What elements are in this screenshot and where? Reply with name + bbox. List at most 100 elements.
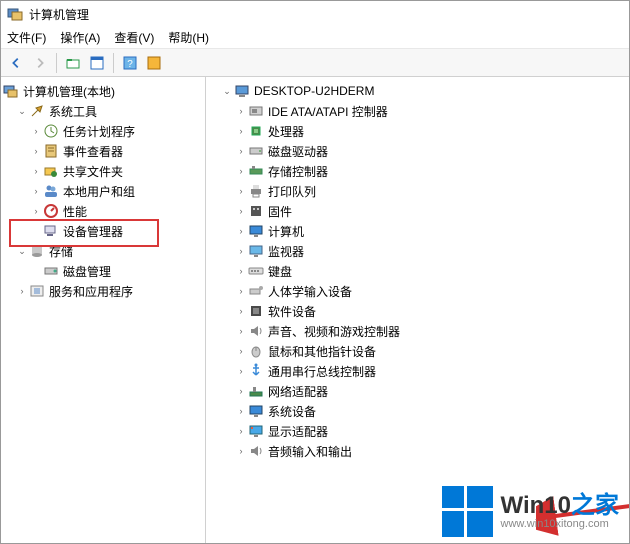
expander-icon[interactable]: › <box>234 224 248 238</box>
device-root[interactable]: ⌄ DESKTOP-U2HDERM <box>206 81 629 101</box>
system-icon <box>248 403 264 419</box>
device-mouse[interactable]: ›鼠标和其他指针设备 <box>206 341 629 361</box>
display-icon <box>248 243 264 259</box>
expander-icon[interactable]: › <box>234 204 248 218</box>
tree-services[interactable]: › 服务和应用程序 <box>1 281 205 301</box>
expander-icon[interactable]: › <box>234 444 248 458</box>
expander-icon[interactable]: ⌄ <box>15 244 29 258</box>
toolbar-separator <box>113 53 114 73</box>
expander-icon[interactable]: › <box>234 364 248 378</box>
toolbar-folder-button[interactable] <box>62 52 84 74</box>
monitor-icon <box>248 223 264 239</box>
device-print[interactable]: ›打印队列 <box>206 181 629 201</box>
expander-icon[interactable]: › <box>234 124 248 138</box>
device-ide[interactable]: ›IDE ATA/ATAPI 控制器 <box>206 101 629 121</box>
tree-storage[interactable]: ⌄ 存储 <box>1 241 205 261</box>
menu-action[interactable]: 操作(A) <box>60 29 100 46</box>
services-icon <box>29 283 45 299</box>
tree-performance[interactable]: › 性能 <box>1 201 205 221</box>
audio-icon <box>248 443 264 459</box>
windows-logo-icon <box>442 486 493 537</box>
expander-icon[interactable]: › <box>234 384 248 398</box>
expander-icon[interactable]: › <box>29 144 43 158</box>
device-display[interactable]: › 显示适配器 <box>206 421 629 441</box>
tree-local-users[interactable]: › 本地用户和组 <box>1 181 205 201</box>
expander-icon[interactable]: › <box>29 164 43 178</box>
tree-disk-mgmt[interactable]: 磁盘管理 <box>1 261 205 281</box>
device-disk[interactable]: ›磁盘驱动器 <box>206 141 629 161</box>
expander-icon[interactable]: › <box>234 344 248 358</box>
printer-icon <box>248 183 264 199</box>
tree-shared-folders[interactable]: › 共享文件夹 <box>1 161 205 181</box>
expander-icon[interactable]: › <box>234 304 248 318</box>
device-monitor[interactable]: ›监视器 <box>206 241 629 261</box>
tree-label: 音频输入和输出 <box>268 443 352 460</box>
expander-icon[interactable]: › <box>234 324 248 338</box>
menu-view[interactable]: 查看(V) <box>114 29 154 46</box>
toolbar-help-button[interactable]: ? <box>119 52 141 74</box>
device-audio-io[interactable]: › 音频输入和输出 <box>206 441 629 461</box>
computer-icon <box>234 83 250 99</box>
toolbar-action-button[interactable] <box>143 52 165 74</box>
device-manager-icon <box>43 223 59 239</box>
storage-icon <box>29 243 45 259</box>
expander-icon[interactable]: › <box>15 284 29 298</box>
menu-help[interactable]: 帮助(H) <box>168 29 209 46</box>
main-area: 计算机管理(本地) ⌄ 系统工具 › 任务计划程序 › 事件查看器 › 共享文件… <box>1 77 629 543</box>
expander-icon[interactable]: › <box>234 104 248 118</box>
expander-icon[interactable]: › <box>29 204 43 218</box>
expander-icon[interactable]: › <box>234 264 248 278</box>
expander-icon[interactable]: › <box>234 424 248 438</box>
expander-icon[interactable]: › <box>234 184 248 198</box>
tree-label: 显示适配器 <box>268 423 328 440</box>
expander-icon[interactable]: › <box>234 404 248 418</box>
device-software[interactable]: ›软件设备 <box>206 301 629 321</box>
tree-label: 性能 <box>63 203 87 220</box>
device-usb[interactable]: ›通用串行总线控制器 <box>206 361 629 381</box>
device-sound[interactable]: ›声音、视频和游戏控制器 <box>206 321 629 341</box>
expander-icon[interactable]: › <box>234 144 248 158</box>
tree-label: 任务计划程序 <box>63 123 135 140</box>
users-icon <box>43 183 59 199</box>
nav-forward-button[interactable] <box>29 52 51 74</box>
menu-file[interactable]: 文件(F) <box>7 29 46 46</box>
tree-label: 系统设备 <box>268 403 316 420</box>
tree-label: 固件 <box>268 203 292 220</box>
app-icon <box>7 6 23 22</box>
device-computer[interactable]: ›计算机 <box>206 221 629 241</box>
tree-system-tools[interactable]: ⌄ 系统工具 <box>1 101 205 121</box>
expander-icon[interactable]: › <box>234 244 248 258</box>
device-network[interactable]: › 网络适配器 <box>206 381 629 401</box>
menu-bar: 文件(F) 操作(A) 查看(V) 帮助(H) <box>1 27 629 49</box>
expander-icon[interactable]: ⌄ <box>220 84 234 98</box>
tree-task-scheduler[interactable]: › 任务计划程序 <box>1 121 205 141</box>
device-hid[interactable]: ›人体学输入设备 <box>206 281 629 301</box>
device-keyboard[interactable]: ›键盘 <box>206 261 629 281</box>
tree-label: 磁盘管理 <box>63 263 111 280</box>
expander-icon[interactable]: ⌄ <box>15 104 29 118</box>
expander-icon[interactable]: › <box>234 164 248 178</box>
tree-label: 服务和应用程序 <box>49 283 133 300</box>
usb-icon <box>248 363 264 379</box>
svg-text:?: ? <box>127 59 133 70</box>
expander-icon[interactable]: › <box>29 184 43 198</box>
expander-icon[interactable]: › <box>234 284 248 298</box>
nav-back-button[interactable] <box>5 52 27 74</box>
tree-device-manager[interactable]: 设备管理器 <box>1 221 205 241</box>
device-cpu[interactable]: ›处理器 <box>206 121 629 141</box>
device-sysdev[interactable]: › 系统设备 <box>206 401 629 421</box>
tree-event-viewer[interactable]: › 事件查看器 <box>1 141 205 161</box>
tree-label: 存储控制器 <box>268 163 328 180</box>
device-firmware[interactable]: › 固件 <box>206 201 629 221</box>
toolbar-separator <box>56 53 57 73</box>
clock-icon <box>43 123 59 139</box>
device-storage-ctrl[interactable]: › 存储控制器 <box>206 161 629 181</box>
toolbar-browse-button[interactable] <box>86 52 108 74</box>
computer-mgmt-icon <box>3 83 19 99</box>
tree-label: 系统工具 <box>49 103 97 120</box>
expander-icon[interactable]: › <box>29 124 43 138</box>
tree-label: 网络适配器 <box>268 383 328 400</box>
performance-icon <box>43 203 59 219</box>
software-icon <box>248 303 264 319</box>
tree-root[interactable]: 计算机管理(本地) <box>1 81 205 101</box>
